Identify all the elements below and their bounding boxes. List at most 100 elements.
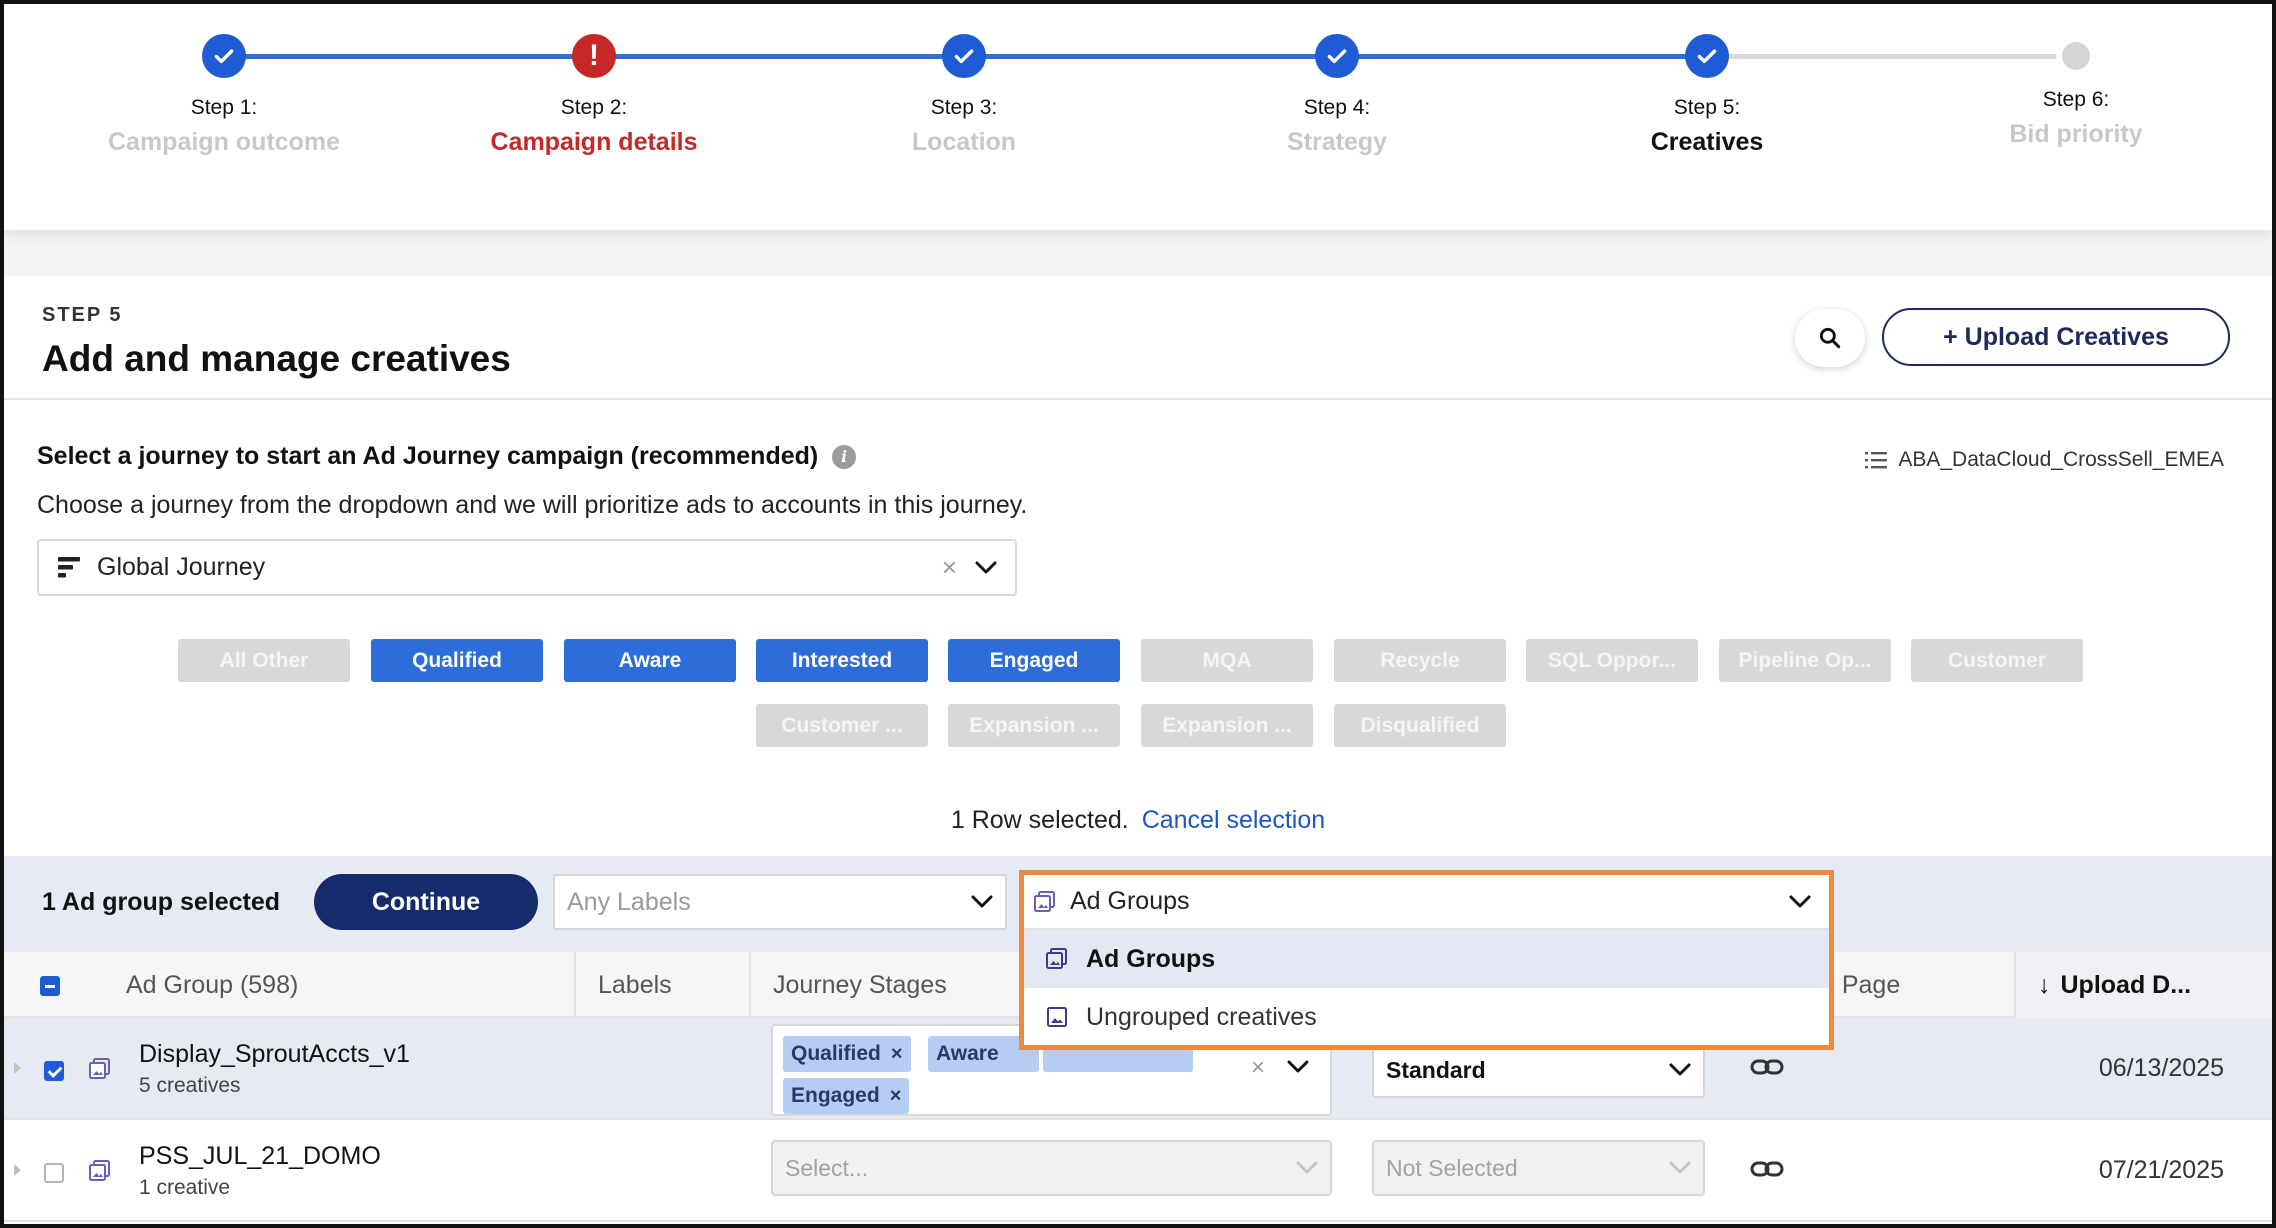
- remove-tag-icon[interactable]: ×: [891, 1043, 903, 1066]
- step-number: Step 2:: [560, 96, 628, 119]
- journey-heading-text: Select a journey to start an Ad Journey …: [37, 442, 819, 470]
- step-5[interactable]: Step 5: Creatives: [1557, 34, 1857, 157]
- page-title: Add and manage creatives: [42, 338, 511, 379]
- ad-group-name[interactable]: Display_SproutAccts_v1: [139, 1040, 410, 1069]
- stage-chip-disqualified[interactable]: Disqualified: [1334, 704, 1506, 747]
- section-separator: [4, 230, 2272, 276]
- stage-chip-interested[interactable]: Interested: [756, 639, 928, 682]
- bid-priority-select[interactable]: Not Selected: [1372, 1140, 1705, 1196]
- sort-arrow-icon: ↓: [2038, 970, 2051, 999]
- expand-row-icon[interactable]: [14, 1164, 21, 1176]
- selection-status-text: 1 Row selected.: [950, 806, 1129, 834]
- ad-group-name[interactable]: PSS_JUL_21_DOMO: [139, 1142, 381, 1171]
- header-divider: [4, 398, 2272, 400]
- upload-date: 06/13/2025: [2098, 1054, 2224, 1082]
- stage-chip-sql-opportunity[interactable]: SQL Oppor...: [1526, 639, 1698, 682]
- clear-icon[interactable]: ×: [942, 552, 957, 583]
- stage-tag-engaged: Engaged ×: [783, 1078, 910, 1114]
- table-row[interactable]: PSS_JUL_21_DOMO 1 creative Select... Not…: [4, 1120, 2272, 1222]
- campaign-stepper: Step 1: Campaign outcome ! Step 2: Campa…: [4, 4, 2272, 230]
- bid-priority-select[interactable]: Standard: [1372, 1042, 1705, 1098]
- journey-stages-multiselect[interactable]: Select...: [771, 1140, 1332, 1196]
- search-button[interactable]: [1795, 309, 1865, 367]
- stage-chip-recycle[interactable]: Recycle: [1334, 639, 1506, 682]
- group-by-dropdown-trigger[interactable]: Ad Groups: [1024, 875, 1829, 930]
- journey-description: Choose a journey from the dropdown and w…: [37, 491, 1028, 519]
- clear-icon[interactable]: ×: [1251, 1054, 1265, 1082]
- column-header-label: Upload D...: [2060, 970, 2192, 999]
- group-by-option-ungrouped[interactable]: Ungrouped creatives: [1024, 988, 1829, 1046]
- ad-group-icon: [1046, 948, 1067, 969]
- stage-chip-expansion-1[interactable]: Expansion ...: [948, 704, 1120, 747]
- column-header-label: Labels: [598, 970, 672, 999]
- step-label: STEP 5: [42, 304, 123, 326]
- stage-chip-customer-2[interactable]: Customer ...: [756, 704, 928, 747]
- step-3[interactable]: Step 3: Location: [814, 34, 1114, 157]
- journey-name-link[interactable]: ABA_DataCloud_CrossSell_EMEA: [1864, 448, 2224, 472]
- stage-chip-expansion-2[interactable]: Expansion ...: [1141, 704, 1313, 747]
- bid-priority-value: Not Selected: [1386, 1154, 1518, 1181]
- step-number: Step 6:: [2042, 88, 2110, 111]
- ad-group-icon: [1034, 890, 1055, 912]
- stage-tag-label: Aware: [936, 1042, 999, 1065]
- step-4[interactable]: Step 4: Strategy: [1187, 34, 1487, 157]
- stage-tag-qualified: Qualified ×: [783, 1036, 911, 1072]
- select-all-checkbox[interactable]: [40, 976, 60, 996]
- app-window: Step 1: Campaign outcome ! Step 2: Campa…: [0, 0, 2276, 1228]
- stage-chip-aware[interactable]: Aware: [564, 639, 736, 682]
- step-number: Step 4:: [1303, 96, 1371, 119]
- stage-chip-customer[interactable]: Customer: [1911, 639, 2083, 682]
- chevron-down-icon: [1669, 1063, 1691, 1076]
- step-number: Step 5:: [1673, 96, 1741, 119]
- remove-tag-icon[interactable]: ×: [890, 1085, 902, 1108]
- step-name: Strategy: [1286, 128, 1388, 156]
- continue-button[interactable]: Continue: [314, 874, 538, 930]
- link-icon[interactable]: [1750, 1158, 1784, 1180]
- info-icon[interactable]: i: [832, 444, 857, 469]
- stage-chip-mqa[interactable]: MQA: [1141, 639, 1313, 682]
- expand-row-icon[interactable]: [14, 1062, 21, 1074]
- error-icon: !: [572, 34, 616, 78]
- column-header-ad-group[interactable]: Ad Group (598): [104, 952, 574, 1018]
- labels-filter-dropdown[interactable]: Any Labels: [553, 874, 1007, 930]
- step-name: Location: [911, 128, 1017, 156]
- column-header-labels[interactable]: Labels: [574, 952, 749, 1018]
- step-2[interactable]: ! Step 2: Campaign details: [444, 34, 744, 157]
- selected-count: 1 Ad group selected: [42, 888, 281, 916]
- step-name: Creatives: [1650, 128, 1764, 156]
- check-icon: [1685, 34, 1729, 78]
- step-6[interactable]: Step 6: Bid priority: [1926, 34, 2226, 149]
- search-icon: [1819, 327, 1841, 349]
- row-checkbox[interactable]: [44, 1163, 64, 1183]
- step-1[interactable]: Step 1: Campaign outcome: [74, 34, 374, 157]
- image-icon: [1047, 1007, 1067, 1027]
- journey-name-text: ABA_DataCloud_CrossSell_EMEA: [1898, 448, 2224, 471]
- group-by-dropdown[interactable]: Ad Groups Ad Groups Ungrouped creatives: [1019, 870, 1834, 1050]
- journey-dropdown[interactable]: Global Journey ×: [37, 539, 1017, 596]
- chevron-down-icon: [1669, 1161, 1691, 1174]
- column-header-label: Journey Stages: [773, 970, 947, 999]
- link-icon[interactable]: [1750, 1056, 1784, 1078]
- column-header-upload-date[interactable]: ↓ Upload D...: [2014, 952, 2272, 1018]
- option-label: Ad Groups: [1086, 944, 1216, 973]
- creative-count: 5 creatives: [139, 1074, 241, 1097]
- ad-group-icon: [89, 1058, 110, 1079]
- chevron-down-icon: [971, 895, 993, 908]
- group-by-option-ad-groups[interactable]: Ad Groups: [1024, 930, 1829, 988]
- labels-filter-placeholder: Any Labels: [567, 887, 691, 916]
- journey-icon: [58, 556, 80, 577]
- stage-chip-engaged[interactable]: Engaged: [948, 639, 1120, 682]
- cancel-selection-link[interactable]: Cancel selection: [1142, 806, 1325, 834]
- group-by-value: Ad Groups: [1070, 887, 1190, 915]
- list-icon: [1865, 452, 1888, 469]
- stage-chip-all-other[interactable]: All Other: [178, 639, 350, 682]
- upload-creatives-button[interactable]: + Upload Creatives: [1882, 308, 2230, 366]
- journey-heading: Select a journey to start an Ad Journey …: [37, 442, 857, 471]
- row-checkbox[interactable]: [44, 1061, 64, 1081]
- step-number: Step 3:: [930, 96, 998, 119]
- stage-chip-qualified[interactable]: Qualified: [371, 639, 543, 682]
- option-label: Ungrouped creatives: [1086, 1002, 1317, 1031]
- stage-chip-pipeline-opportunity[interactable]: Pipeline Op...: [1719, 639, 1891, 682]
- chevron-down-icon: [1287, 1060, 1309, 1073]
- upload-date: 07/21/2025: [2098, 1156, 2224, 1184]
